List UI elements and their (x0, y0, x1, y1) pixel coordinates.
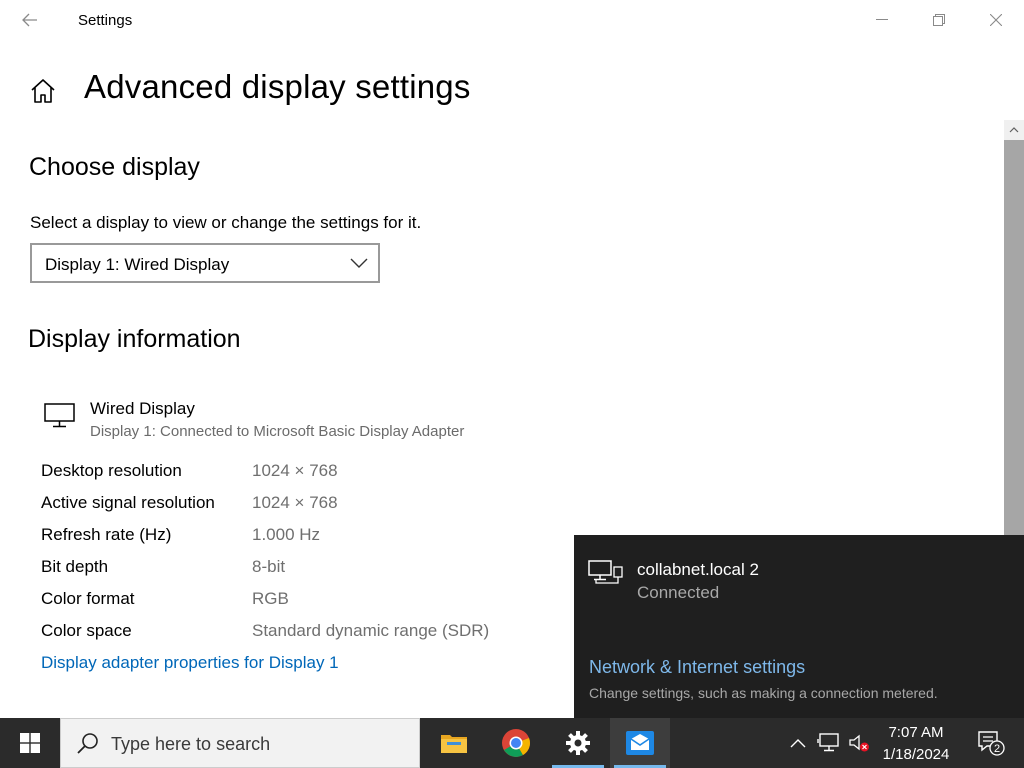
back-arrow-icon[interactable] (16, 8, 44, 32)
taskbar-clock[interactable]: 7:07 AM 1/18/2024 (872, 722, 960, 766)
info-value: 1.000 Hz (252, 525, 321, 544)
notification-count-badge: 2 (994, 743, 1000, 755)
taskbar: Type here to search 7:07 AM 1/18/2024 2 (0, 718, 1024, 768)
settings-taskbar-icon[interactable] (548, 718, 608, 768)
home-icon[interactable] (28, 76, 58, 106)
info-label: Desktop resolution (41, 461, 182, 480)
monitor-icon (44, 403, 76, 429)
scrollbar-thumb[interactable] (1004, 140, 1024, 535)
info-label: Refresh rate (Hz) (41, 525, 172, 544)
info-label: Color space (41, 621, 132, 640)
info-value: RGB (252, 589, 289, 608)
restore-button[interactable] (910, 0, 967, 40)
start-button[interactable] (0, 718, 60, 768)
display-information-heading: Display information (28, 325, 241, 353)
mail-app-taskbar-icon[interactable] (610, 718, 670, 768)
display-select-dropdown[interactable]: Display 1: Wired Display (30, 243, 380, 283)
info-row-refresh-rate: Refresh rate (Hz) 1.000 Hz (41, 525, 561, 553)
info-value: 1024 × 768 (252, 461, 338, 480)
network-name[interactable]: collabnet.local 2 (637, 560, 759, 580)
info-row-color-format: Color format RGB (41, 589, 561, 617)
clock-date: 1/18/2024 (882, 746, 950, 763)
info-value: 1024 × 768 (252, 493, 338, 512)
close-button[interactable] (967, 0, 1024, 40)
chrome-taskbar-icon[interactable] (486, 718, 546, 768)
info-row-color-space: Color space Standard dynamic range (SDR) (41, 621, 561, 649)
network-tray-icon[interactable] (814, 718, 844, 768)
info-value: 8-bit (252, 557, 286, 576)
display-adapter-properties-link[interactable]: Display adapter properties for Display 1 (41, 653, 339, 673)
clock-time: 7:07 AM (888, 724, 944, 741)
network-flyout: collabnet.local 2 Connected Network & In… (574, 535, 1024, 718)
speaker-muted-icon[interactable] (846, 718, 872, 768)
info-row-desktop-resolution: Desktop resolution 1024 × 768 (41, 461, 561, 489)
wired-network-icon (588, 559, 624, 589)
windows-logo-icon (20, 733, 40, 753)
display-subtitle: Display 1: Connected to Microsoft Basic … (90, 423, 465, 440)
info-label: Color format (41, 589, 135, 608)
minimize-button[interactable] (853, 0, 910, 40)
info-row-bit-depth: Bit depth 8-bit (41, 557, 561, 585)
info-label: Active signal resolution (41, 493, 215, 512)
title-bar: Settings (0, 0, 1024, 40)
info-label: Bit depth (41, 557, 109, 576)
page-title: Advanced display settings (84, 68, 471, 105)
network-settings-description: Change settings, such as making a connec… (589, 685, 938, 701)
window-title: Settings (78, 12, 133, 29)
display-name: Wired Display (90, 399, 195, 418)
info-value: Standard dynamic range (SDR) (252, 621, 490, 640)
scroll-up-arrow-icon[interactable] (1004, 120, 1024, 140)
file-explorer-taskbar-icon[interactable] (424, 718, 484, 768)
info-row-active-signal-resolution: Active signal resolution 1024 × 768 (41, 493, 561, 521)
taskbar-search-box[interactable]: Type here to search (60, 718, 420, 768)
show-hidden-icons-chevron-up-icon[interactable] (786, 718, 810, 768)
choose-display-heading: Choose display (29, 153, 200, 181)
search-placeholder: Type here to search (111, 734, 271, 754)
network-status: Connected (637, 583, 720, 602)
search-icon (76, 732, 100, 756)
action-center-button[interactable]: 2 (966, 718, 1016, 768)
chevron-down-icon (350, 256, 368, 270)
network-internet-settings-link[interactable]: Network & Internet settings (589, 657, 805, 678)
select-display-caption: Select a display to view or change the s… (30, 213, 422, 232)
display-select-value: Display 1: Wired Display (45, 255, 230, 274)
